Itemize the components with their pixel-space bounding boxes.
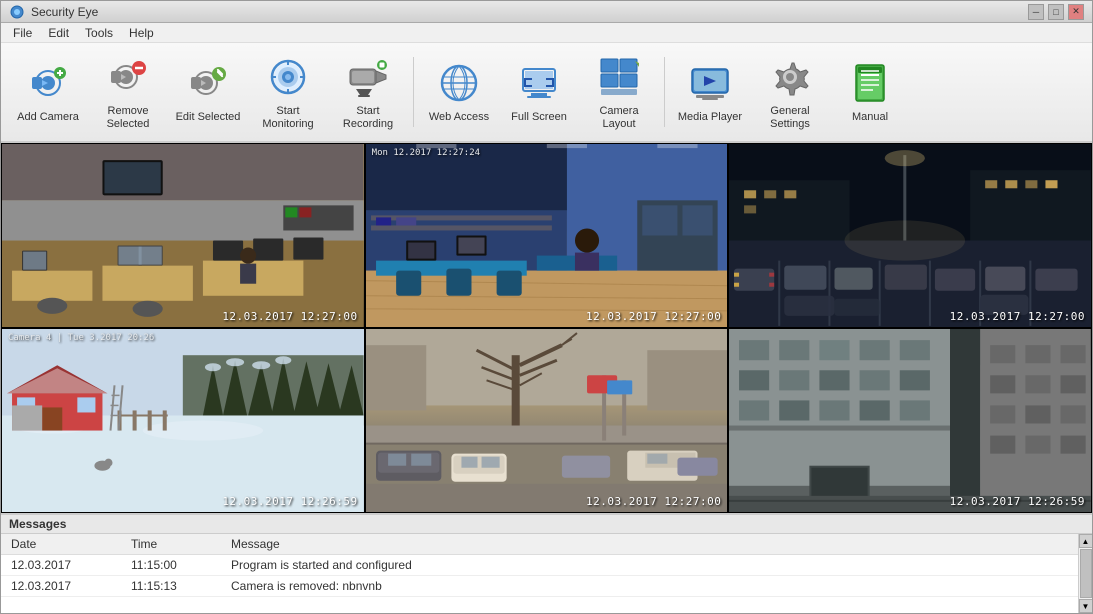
msg-time-1: 11:15:00 — [129, 557, 229, 573]
camera-bg-5 — [366, 329, 728, 512]
toolbar-separator-2 — [664, 57, 665, 127]
add-camera-label: Add Camera — [17, 111, 79, 124]
manual-icon — [846, 59, 894, 107]
camera-feed-3 — [729, 144, 1091, 327]
edit-selected-button[interactable]: Edit Selected — [169, 48, 247, 136]
camera-bg-2 — [366, 144, 728, 327]
camera-cell-2[interactable]: Mon 12.2017 12:27:24 12.03.2017 12:27:00 — [365, 143, 729, 328]
camera-bg-6 — [729, 329, 1091, 512]
msg-time-2: 11:15:13 — [129, 578, 229, 594]
start-recording-icon — [344, 53, 392, 101]
remove-selected-button[interactable]: Remove Selected — [89, 48, 167, 136]
camera-cell-3[interactable]: 12.03.2017 12:27:00 — [728, 143, 1092, 328]
msg-text-1: Program is started and configured — [229, 557, 1084, 573]
add-camera-button[interactable]: Add Camera — [9, 48, 87, 136]
camera-layout-icon — [595, 53, 643, 101]
col-date: Date — [9, 536, 129, 552]
camera-cell-5[interactable]: 12.03.2017 12:27:00 — [365, 328, 729, 513]
camera-bg-1 — [2, 144, 364, 327]
title-bar-controls[interactable]: ─ □ ✕ — [1028, 4, 1084, 20]
message-row-2: 12.03.2017 11:15:13 Camera is removed: n… — [1, 576, 1092, 597]
start-monitoring-icon — [264, 53, 312, 101]
close-button[interactable]: ✕ — [1068, 4, 1084, 20]
web-access-label: Web Access — [429, 111, 489, 124]
menu-tools[interactable]: Tools — [77, 24, 121, 42]
camera-feed-1 — [2, 144, 364, 327]
camera-timestamp-1: 12.03.2017 12:27:00 — [222, 310, 357, 323]
media-player-button[interactable]: Media Player — [671, 48, 749, 136]
title-bar-left: Security Eye — [9, 4, 98, 20]
scroll-thumb[interactable] — [1080, 549, 1092, 598]
msg-date-1: 12.03.2017 — [9, 557, 129, 573]
camera-feed-4 — [2, 329, 364, 512]
scroll-up-arrow[interactable]: ▲ — [1079, 534, 1093, 548]
web-access-icon — [435, 59, 483, 107]
camera-feed-6 — [729, 329, 1091, 512]
messages-header: Messages — [1, 515, 1092, 534]
camera-timestamp-6: 12.03.2017 12:26:59 — [950, 495, 1085, 508]
camera-header-2: Mon 12.2017 12:27:24 — [372, 148, 480, 158]
camera-timestamp-3: 12.03.2017 12:27:00 — [950, 310, 1085, 323]
camera-feed-2 — [366, 144, 728, 327]
messages-table: Date Time Message 12.03.2017 11:15:00 Pr… — [1, 534, 1092, 613]
messages-column-headers: Date Time Message — [1, 534, 1092, 555]
edit-selected-label: Edit Selected — [176, 111, 241, 124]
general-settings-button[interactable]: General Settings — [751, 48, 829, 136]
message-row-1: 12.03.2017 11:15:00 Program is started a… — [1, 555, 1092, 576]
camera-cell-1[interactable]: 12.03.2017 12:27:00 — [1, 143, 365, 328]
messages-header-label: Messages — [9, 517, 66, 531]
menu-file[interactable]: File — [5, 24, 40, 42]
general-settings-label: General Settings — [756, 105, 824, 131]
camera-timestamp-5: 12.03.2017 12:27:00 — [586, 495, 721, 508]
edit-selected-icon — [184, 59, 232, 107]
menu-help[interactable]: Help — [121, 24, 162, 42]
col-time: Time — [129, 536, 229, 552]
manual-label: Manual — [852, 111, 888, 124]
camera-layout-label: Camera Layout — [585, 105, 653, 131]
remove-selected-label: Remove Selected — [94, 105, 162, 131]
add-camera-icon — [24, 59, 72, 107]
remove-selected-icon — [104, 53, 152, 101]
camera-layout-button[interactable]: Camera Layout — [580, 48, 658, 136]
toolbar: Add Camera Remove Selected — [1, 43, 1092, 143]
full-screen-icon — [515, 59, 563, 107]
minimize-button[interactable]: ─ — [1028, 4, 1044, 20]
msg-text-2: Camera is removed: nbnvnb — [229, 578, 1084, 594]
camera-timestamp-2: 12.03.2017 12:27:00 — [586, 310, 721, 323]
col-message: Message — [229, 536, 1084, 552]
media-player-label: Media Player — [678, 111, 742, 124]
start-recording-label: Start Recording — [334, 105, 402, 131]
general-settings-icon — [766, 53, 814, 101]
camera-cell-6[interactable]: 12.03.2017 12:26:59 — [728, 328, 1092, 513]
camera-timestamp-4: 12.03.2017 12:26:59 — [222, 495, 357, 508]
start-monitoring-button[interactable]: Start Monitoring — [249, 48, 327, 136]
manual-button[interactable]: Manual — [831, 48, 909, 136]
media-player-icon — [686, 59, 734, 107]
camera-grid: 12.03.2017 12:27:00 — [1, 143, 1092, 513]
msg-date-2: 12.03.2017 — [9, 578, 129, 594]
full-screen-label: Full Screen — [511, 111, 567, 124]
camera-bg-3 — [729, 144, 1091, 327]
start-monitoring-label: Start Monitoring — [254, 105, 322, 131]
app-icon — [9, 4, 25, 20]
title-bar: Security Eye ─ □ ✕ — [1, 1, 1092, 23]
start-recording-button[interactable]: Start Recording — [329, 48, 407, 136]
camera-bg-4 — [2, 329, 364, 512]
toolbar-separator-1 — [413, 57, 414, 127]
web-access-button[interactable]: Web Access — [420, 48, 498, 136]
title-bar-title: Security Eye — [31, 5, 98, 19]
camera-header-4: Camera 4 | Tue 3.2017 20:26 — [8, 333, 154, 343]
camera-feed-5 — [366, 329, 728, 512]
messages-panel: Messages Date Time Message 12.03.2017 11… — [1, 513, 1092, 613]
camera-cell-4[interactable]: Camera 4 | Tue 3.2017 20:26 12.03.2017 1… — [1, 328, 365, 513]
menu-bar: File Edit Tools Help — [1, 23, 1092, 43]
full-screen-button[interactable]: Full Screen — [500, 48, 578, 136]
scroll-down-arrow[interactable]: ▼ — [1079, 599, 1093, 613]
maximize-button[interactable]: □ — [1048, 4, 1064, 20]
messages-scrollbar[interactable]: ▲ ▼ — [1078, 534, 1092, 613]
menu-edit[interactable]: Edit — [40, 24, 77, 42]
